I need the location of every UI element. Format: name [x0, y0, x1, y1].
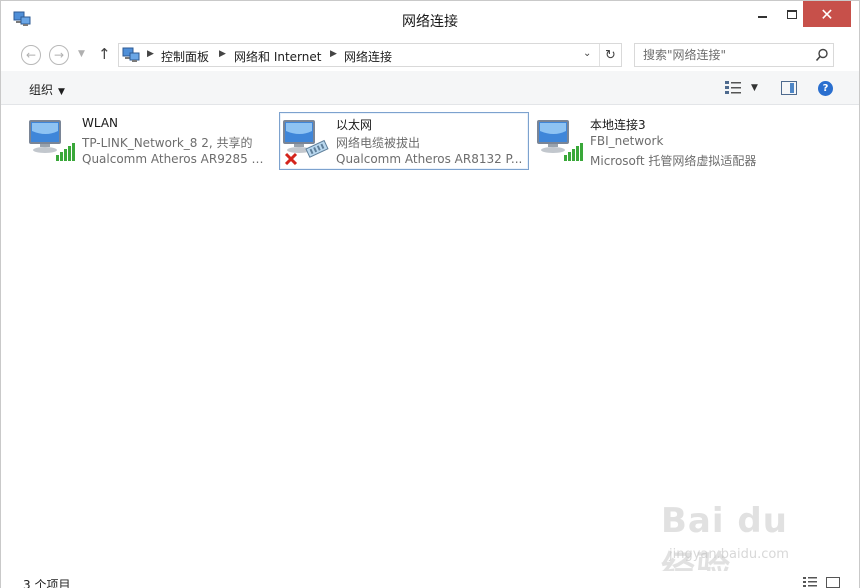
error-x-icon	[284, 152, 298, 165]
navigation-bar: ← → ▼ ↑ ▶ 控制面板 ▶ 网络和 Internet ▶ 网络连接 ⌄ ↻…	[1, 37, 859, 71]
connection-name: 以太网	[336, 118, 373, 132]
recent-locations-button[interactable]: ▼	[78, 49, 85, 59]
forward-button[interactable]: →	[49, 45, 69, 65]
view-options-caret-icon[interactable]: ▼	[751, 83, 758, 93]
connection-device: Qualcomm Atheros AR9285 W...	[82, 152, 272, 166]
breadcrumb-network-connections[interactable]: 网络连接	[344, 48, 392, 65]
connection-network: FBI_network	[590, 134, 664, 148]
maximize-icon	[787, 9, 797, 19]
help-icon[interactable]: ?	[818, 81, 833, 96]
title-bar[interactable]: 网络连接 ✕	[1, 1, 859, 37]
connection-item-local-3[interactable]: 本地连接3 FBI_network Microsoft 托管网络虚拟适配器	[533, 112, 783, 170]
search-box[interactable]	[634, 43, 834, 67]
connection-name: WLAN	[82, 116, 119, 130]
search-icon[interactable]	[815, 48, 829, 62]
connection-device: Qualcomm Atheros AR8132 P...	[336, 152, 523, 166]
details-view-icon[interactable]	[803, 577, 817, 588]
status-bar: 3 个项目	[1, 571, 859, 588]
arrow-up-icon: ↑	[98, 45, 111, 63]
connection-item-wlan[interactable]: WLAN TP-LINK_Network_8 2, 共享的 Qualcomm A…	[25, 112, 275, 170]
chevron-down-icon: ▼	[78, 49, 85, 59]
connection-name: 本地连接3	[590, 118, 646, 132]
preview-pane-icon[interactable]	[781, 81, 797, 95]
connection-network: TP-LINK_Network_8 2, 共享的	[82, 136, 253, 150]
minimize-icon	[757, 16, 767, 18]
breadcrumb-network-internet[interactable]: 网络和 Internet	[234, 48, 321, 65]
control-panel-icon	[122, 47, 140, 62]
connection-device: Microsoft 托管网络虚拟适配器	[590, 154, 757, 168]
breadcrumb-control-panel[interactable]: 控制面板	[161, 48, 209, 65]
large-icons-view-icon[interactable]	[826, 577, 840, 588]
refresh-icon: ↻	[605, 47, 616, 63]
network-connections-window: 网络连接 ✕ ← → ▼ ↑ ▶ 控制面板 ▶ 网络和 Internet ▶ 网…	[0, 0, 860, 588]
close-button[interactable]: ✕	[803, 1, 851, 27]
breadcrumb-separator-icon[interactable]: ▶	[147, 49, 154, 59]
arrow-left-icon: ←	[25, 48, 37, 62]
wifi-adapter-icon	[537, 120, 583, 161]
close-icon: ✕	[820, 4, 834, 24]
window-title: 网络连接	[402, 14, 458, 30]
caret-down-icon: ▼	[58, 87, 65, 97]
address-dropdown-icon[interactable]: ⌄	[583, 48, 591, 59]
search-input[interactable]	[635, 44, 809, 66]
organize-label: 组织	[29, 83, 54, 97]
connection-item-ethernet[interactable]: 以太网 网络电缆被拔出 Qualcomm Atheros AR8132 P...	[279, 112, 529, 170]
change-view-icon[interactable]	[725, 81, 741, 95]
wifi-adapter-icon	[29, 120, 75, 161]
ethernet-adapter-icon	[283, 120, 329, 165]
connection-status: 网络电缆被拔出	[336, 136, 421, 150]
address-bar[interactable]: ▶ 控制面板 ▶ 网络和 Internet ▶ 网络连接 ⌄ ↻	[118, 43, 622, 67]
breadcrumb-separator-icon[interactable]: ▶	[330, 49, 337, 59]
breadcrumb-separator-icon[interactable]: ▶	[219, 49, 226, 59]
command-bar: 组织 ▼ ▼ ?	[1, 71, 859, 105]
back-button[interactable]: ←	[21, 45, 41, 65]
connections-list: WLAN TP-LINK_Network_8 2, 共享的 Qualcomm A…	[1, 106, 859, 571]
organize-menu-button[interactable]: 组织 ▼	[29, 81, 65, 98]
refresh-button[interactable]: ↻	[599, 44, 621, 66]
minimize-button[interactable]	[747, 1, 777, 27]
arrow-right-icon: →	[53, 48, 65, 62]
up-button[interactable]: ↑	[98, 45, 111, 63]
item-count: 3 个项目	[23, 578, 71, 588]
